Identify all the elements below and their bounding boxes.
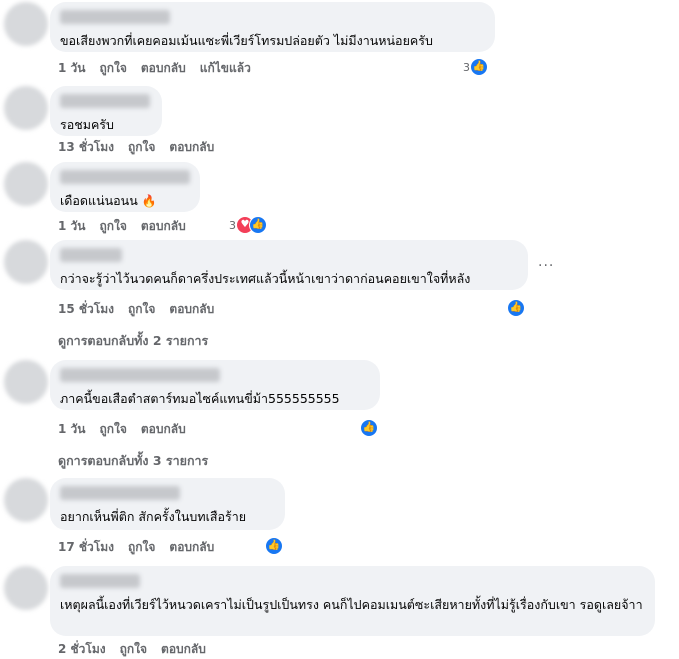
author-name[interactable]	[60, 486, 180, 500]
timestamp[interactable]: 17 ชั่วโมง	[58, 538, 114, 557]
comment-text: กว่าจะรู้ว่าไว้นวดคนก็ดาครึ่งประเทศแล้วน…	[60, 271, 471, 286]
fire-emoji: 🔥	[141, 194, 157, 208]
edited-label[interactable]: แก้ไขแล้ว	[200, 59, 251, 78]
comment-text: อยากเห็นพี่ติก สักครั้งในบทเสือร้าย	[60, 509, 247, 524]
timestamp[interactable]: 1 วัน	[58, 217, 85, 236]
reaction-count: 3	[229, 218, 236, 232]
timestamp[interactable]: 2 ชั่วโมง	[58, 640, 106, 659]
comment-bubble: เดือดแน่นอนน 🔥	[50, 162, 200, 212]
reply-button[interactable]: ตอบกลับ	[141, 59, 186, 78]
like-icon: 👍	[360, 419, 378, 437]
comment-bubble: เหตุผลนี้เองที่เวียร์ไว้หนวดเคราไม่เป็นร…	[50, 566, 655, 636]
view-replies-link[interactable]: ดูการตอบกลับทั้ง 2 รายการ	[58, 331, 208, 351]
comment-text: เดือดแน่นอนน	[60, 193, 138, 208]
comment-bubble: ขอเสียงพวกที่เคยคอมเม้นแซะพี่เวียร์โทรมป…	[50, 2, 495, 52]
reaction-summary[interactable]: 👍	[265, 537, 283, 555]
reaction-summary[interactable]: 👍	[360, 419, 378, 437]
comment-actions: 1 วัน ถูกใจ ตอบกลับ	[58, 420, 186, 439]
avatar[interactable]	[4, 2, 48, 46]
reply-button[interactable]: ตอบกลับ	[169, 538, 214, 557]
like-icon: 👍	[249, 216, 267, 234]
like-icon: 👍	[470, 58, 488, 76]
author-name[interactable]	[60, 248, 122, 262]
comment-bubble: อยากเห็นพี่ติก สักครั้งในบทเสือร้าย	[50, 478, 285, 530]
like-button[interactable]: ถูกใจ	[99, 59, 126, 78]
view-replies-link[interactable]: ดูการตอบกลับทั้ง 3 รายการ	[58, 451, 208, 471]
author-name[interactable]	[60, 368, 220, 382]
avatar[interactable]	[4, 478, 48, 522]
timestamp[interactable]: 15 ชั่วโมง	[58, 300, 114, 319]
comment-text-wrap: เดือดแน่นอนน 🔥	[60, 192, 188, 210]
like-button[interactable]: ถูกใจ	[99, 217, 126, 236]
reply-button[interactable]: ตอบกลับ	[161, 640, 206, 659]
like-button[interactable]: ถูกใจ	[120, 640, 147, 659]
comment-actions: 1 วัน ถูกใจ ตอบกลับ	[58, 217, 186, 236]
like-button[interactable]: ถูกใจ	[128, 138, 155, 157]
avatar[interactable]	[4, 240, 48, 284]
comment-text: ภาคนี้ขอเสือตำสตาร์ทมอไซค์แทนขี่ม้า55555…	[60, 391, 340, 406]
comment-actions: 1 วัน ถูกใจ ตอบกลับ แก้ไขแล้ว	[58, 59, 251, 78]
comment-bubble: ภาคนี้ขอเสือตำสตาร์ทมอไซค์แทนขี่ม้า55555…	[50, 360, 380, 410]
comment-bubble: รอชมครับ	[50, 86, 162, 136]
author-name[interactable]	[60, 574, 140, 588]
reply-button[interactable]: ตอบกลับ	[141, 217, 186, 236]
more-options-icon[interactable]: ···	[538, 258, 554, 274]
comment-text: รอชมครับ	[60, 117, 114, 132]
like-icon: 👍	[507, 299, 525, 317]
author-name[interactable]	[60, 170, 190, 184]
comment-actions: 17 ชั่วโมง ถูกใจ ตอบกลับ	[58, 538, 214, 557]
comment-actions: 13 ชั่วโมง ถูกใจ ตอบกลับ	[58, 138, 214, 157]
author-name[interactable]	[60, 94, 150, 108]
avatar[interactable]	[4, 86, 48, 130]
comment-actions: 2 ชั่วโมง ถูกใจ ตอบกลับ	[58, 640, 206, 659]
like-icon: 👍	[265, 537, 283, 555]
reaction-count: 3	[463, 60, 470, 74]
author-name[interactable]	[60, 10, 170, 24]
avatar[interactable]	[4, 566, 48, 610]
avatar[interactable]	[4, 360, 48, 404]
like-button[interactable]: ถูกใจ	[99, 420, 126, 439]
timestamp[interactable]: 1 วัน	[58, 59, 85, 78]
reply-button[interactable]: ตอบกลับ	[141, 420, 186, 439]
comment-bubble: กว่าจะรู้ว่าไว้นวดคนก็ดาครึ่งประเทศแล้วน…	[50, 240, 528, 290]
avatar[interactable]	[4, 162, 48, 206]
like-button[interactable]: ถูกใจ	[128, 300, 155, 319]
comment-text: ขอเสียงพวกที่เคยคอมเม้นแซะพี่เวียร์โทรมป…	[60, 33, 433, 48]
comment-actions: 15 ชั่วโมง ถูกใจ ตอบกลับ	[58, 300, 214, 319]
timestamp[interactable]: 1 วัน	[58, 420, 85, 439]
reply-button[interactable]: ตอบกลับ	[169, 300, 214, 319]
reaction-summary[interactable]: 3 👍	[463, 58, 488, 76]
comment-text: เหตุผลนี้เองที่เวียร์ไว้หนวดเคราไม่เป็นร…	[60, 597, 643, 612]
reply-button[interactable]: ตอบกลับ	[169, 138, 214, 157]
reaction-summary[interactable]: 3 ♥ 👍	[229, 216, 267, 234]
like-button[interactable]: ถูกใจ	[128, 538, 155, 557]
timestamp[interactable]: 13 ชั่วโมง	[58, 138, 114, 157]
reaction-summary[interactable]: 👍	[507, 299, 525, 317]
